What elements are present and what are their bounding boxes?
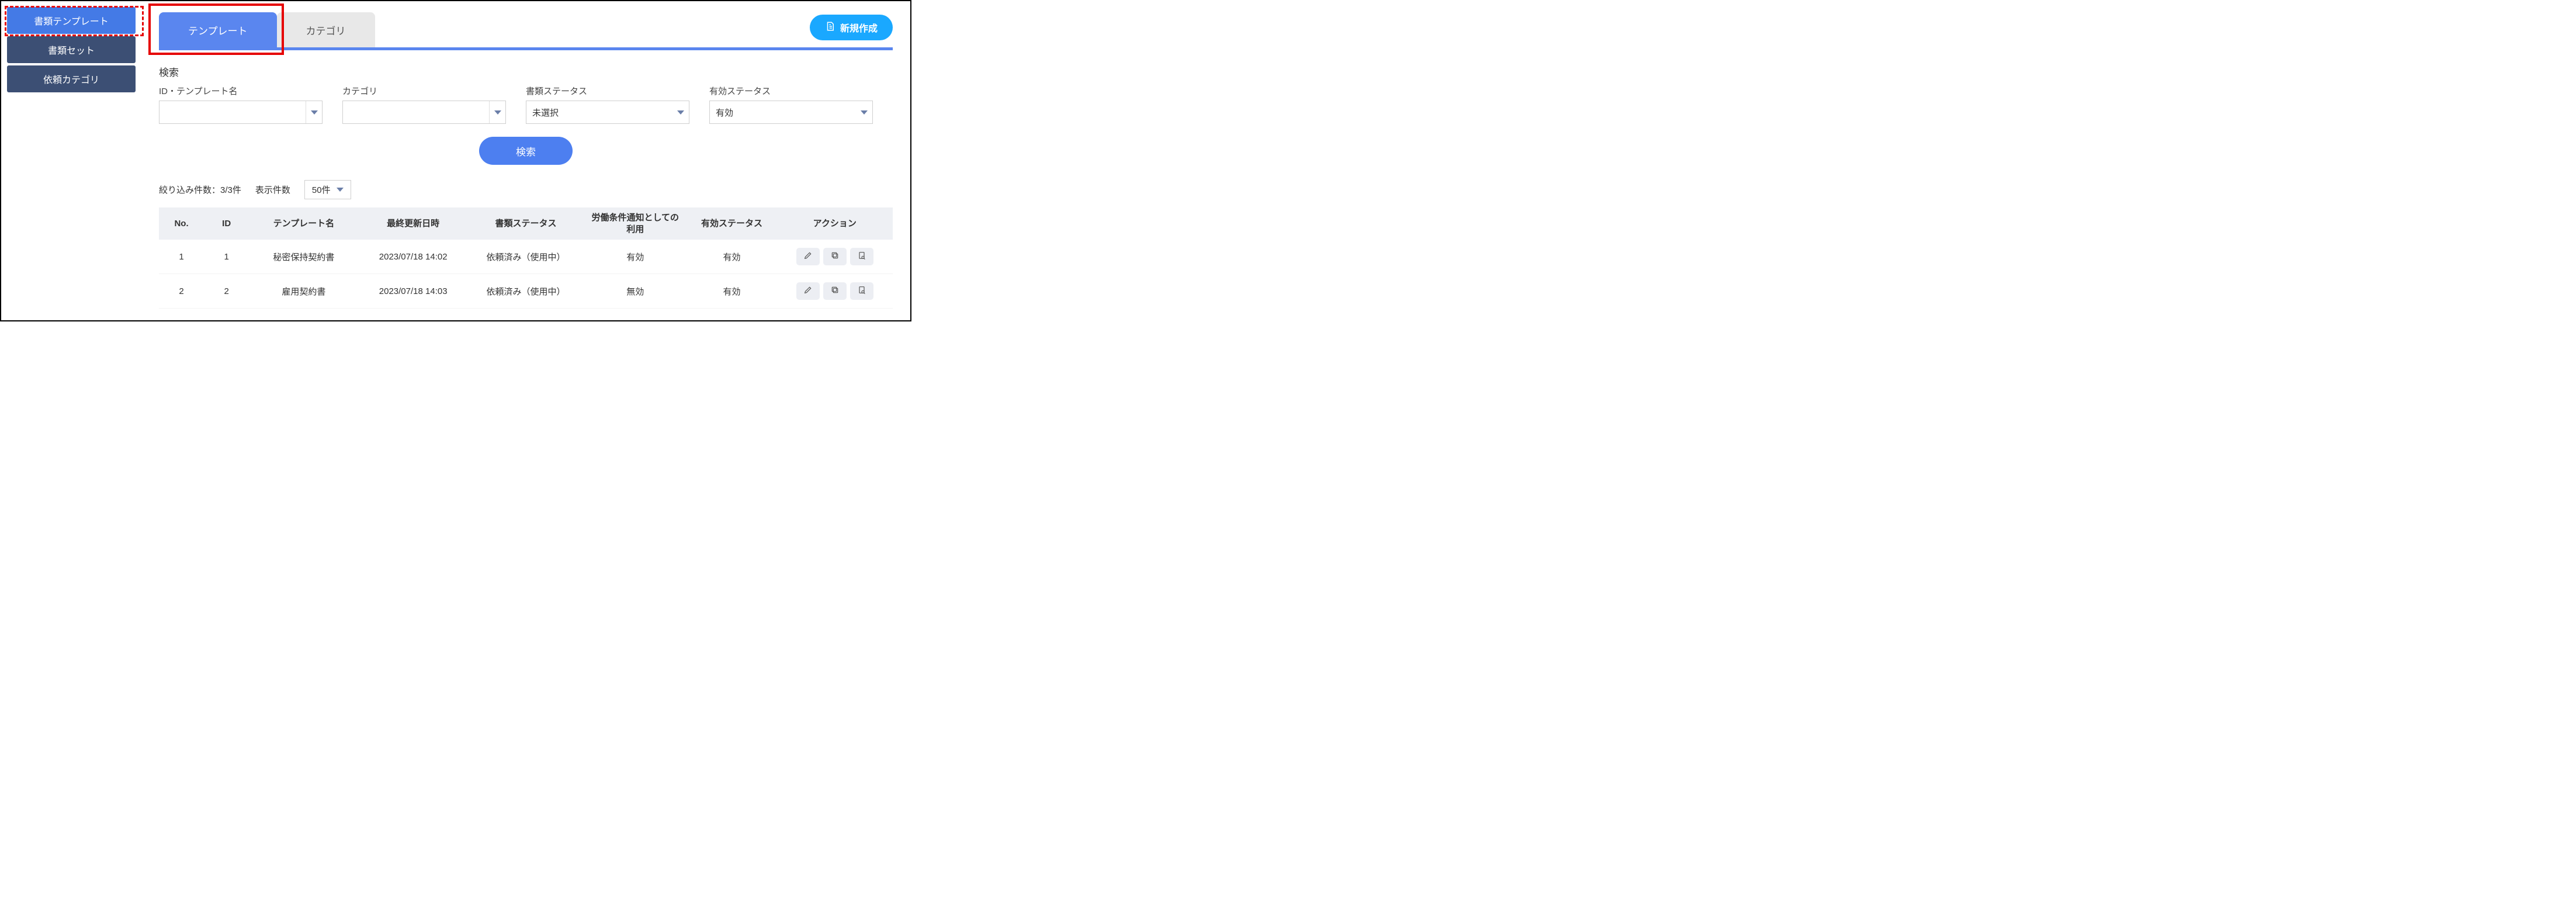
filter-id-name: ID・テンプレート名 [159, 85, 323, 124]
search-button[interactable]: 検索 [479, 137, 573, 165]
valid-status-select[interactable]: 有効 [709, 101, 873, 124]
valid-status-value: 有効 [716, 106, 733, 119]
cell-actions [777, 274, 893, 309]
copy-icon [830, 251, 840, 262]
category-select[interactable] [342, 101, 506, 124]
cell-updated: 2023/07/18 14:03 [359, 274, 468, 309]
filter-valid-status: 有効ステータス 有効 [709, 85, 873, 124]
cell-id: 1 [204, 240, 249, 274]
filter-valid-status-label: 有効ステータス [709, 85, 873, 97]
doc-status-select[interactable]: 未選択 [526, 101, 689, 124]
tab-category[interactable]: カテゴリ [277, 12, 375, 47]
pencil-icon [803, 251, 813, 262]
col-id: ID [204, 207, 249, 240]
cell-updated: 2023/07/18 14:02 [359, 240, 468, 274]
col-doc-status: 書類ステータス [468, 207, 584, 240]
table-row: 22雇用契約書2023/07/18 14:03依頼済み（使用中）無効有効 [159, 274, 893, 309]
filter-id-name-label: ID・テンプレート名 [159, 85, 323, 97]
page-size-label: 表示件数 [255, 184, 290, 196]
page-size-select[interactable]: 50件 [304, 180, 351, 199]
pencil-icon [803, 285, 813, 297]
new-button[interactable]: 新規作成 [810, 15, 893, 40]
col-name: テンプレート名 [249, 207, 358, 240]
cell-actions [777, 240, 893, 274]
cell-labor: 無効 [584, 274, 687, 309]
cell-doc-status: 依頼済み（使用中） [468, 274, 584, 309]
cell-no: 1 [159, 240, 204, 274]
sidebar-item-doc-sets[interactable]: 書類セット [7, 36, 136, 63]
edit-button[interactable] [796, 282, 820, 300]
chevron-down-icon [337, 188, 344, 192]
edit-button[interactable] [796, 248, 820, 265]
col-valid: 有効ステータス [687, 207, 776, 240]
filter-doc-status: 書類ステータス 未選択 [526, 85, 689, 124]
chevron-down-icon [672, 101, 689, 123]
col-updated: 最終更新日時 [359, 207, 468, 240]
filter-category: カテゴリ [342, 85, 506, 124]
col-action: アクション [777, 207, 893, 240]
sidebar-item-request-categories[interactable]: 依頼カテゴリ [7, 65, 136, 92]
preview-button[interactable] [850, 248, 873, 265]
main-area: テンプレート カテゴリ 新規作成 検索 ID・テンプレート名 カテゴリ [141, 1, 910, 320]
chevron-down-icon [489, 101, 505, 123]
chevron-down-icon [306, 101, 322, 123]
new-doc-icon [825, 21, 835, 34]
doc-search-icon [857, 285, 866, 297]
id-name-select[interactable] [159, 101, 323, 124]
copy-button[interactable] [823, 248, 847, 265]
tab-template[interactable]: テンプレート [159, 12, 277, 47]
cell-no: 2 [159, 274, 204, 309]
col-no: No. [159, 207, 204, 240]
results-summary: 絞り込み件数：3/3件 表示件数 50件 [159, 180, 893, 199]
chevron-down-icon [856, 101, 872, 123]
doc-status-value: 未選択 [532, 106, 559, 119]
filter-count-label: 絞り込み件数： [159, 185, 220, 195]
topbar: テンプレート カテゴリ 新規作成 [159, 7, 893, 50]
table-row: 11秘密保持契約書2023/07/18 14:02依頼済み（使用中）有効有効 [159, 240, 893, 274]
cell-valid: 有効 [687, 240, 776, 274]
sidebar: 書類テンプレート 書類セット 依頼カテゴリ [1, 1, 141, 320]
cell-valid: 有効 [687, 274, 776, 309]
search-title: 検索 [159, 64, 893, 79]
cell-labor: 有効 [584, 240, 687, 274]
col-labor: 労働条件通知としての利用 [584, 207, 687, 240]
tabs: テンプレート カテゴリ [159, 12, 375, 47]
cell-name: 雇用契約書 [249, 274, 358, 309]
cell-id: 2 [204, 274, 249, 309]
page-size-value: 50件 [312, 184, 331, 196]
new-button-label: 新規作成 [840, 20, 878, 34]
copy-button[interactable] [823, 282, 847, 300]
cell-name: 秘密保持契約書 [249, 240, 358, 274]
filter-doc-status-label: 書類ステータス [526, 85, 689, 97]
results-table: No. ID テンプレート名 最終更新日時 書類ステータス 労働条件通知としての… [159, 207, 893, 309]
cell-doc-status: 依頼済み（使用中） [468, 240, 584, 274]
sidebar-item-templates[interactable]: 書類テンプレート [7, 7, 136, 34]
filter-row: ID・テンプレート名 カテゴリ 書類ステータス 未選択 [159, 85, 893, 124]
preview-button[interactable] [850, 282, 873, 300]
filter-category-label: カテゴリ [342, 85, 506, 97]
copy-icon [830, 285, 840, 297]
doc-search-icon [857, 251, 866, 262]
filter-count-value: 3/3件 [220, 185, 241, 195]
